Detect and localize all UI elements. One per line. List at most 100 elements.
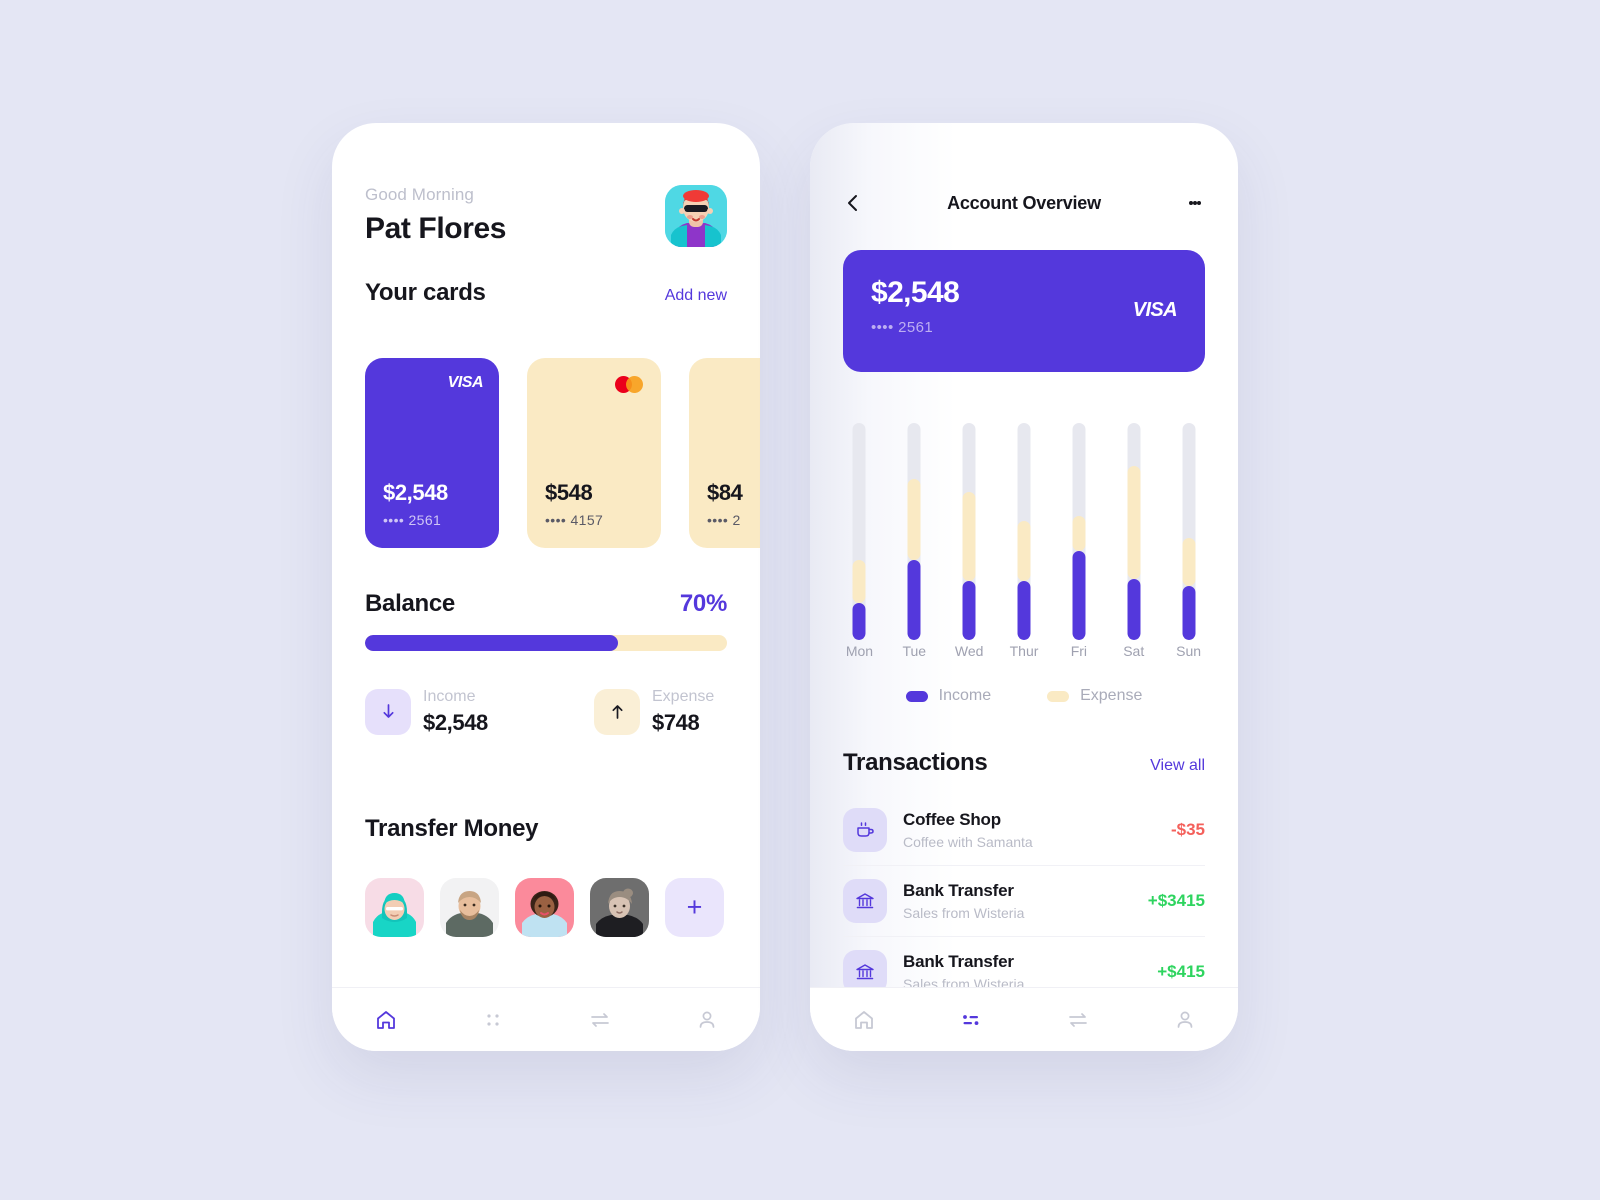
legend-label: Expense (1080, 687, 1143, 704)
bottom-nav-home (332, 987, 760, 1051)
contact-avatar-1[interactable] (365, 878, 424, 937)
legend-swatch (1047, 690, 1070, 702)
list-stats-icon (962, 1014, 978, 1025)
transaction-texts: Bank Transfer Sales from Wisteria (903, 881, 1148, 921)
contacts-row: + (365, 878, 724, 937)
weekly-chart: Mon Tue Wed Thur Fri Sat Sun (832, 415, 1216, 667)
your-cards-header: Your cards Add new (365, 279, 727, 307)
transaction-icon (843, 808, 887, 852)
bar-segment-expense (852, 559, 866, 604)
bar-segment-expense (1127, 466, 1141, 580)
bottom-nav-overview (810, 987, 1238, 1051)
bar-segment-income (962, 581, 976, 640)
nav-transfer[interactable] (1024, 988, 1131, 1051)
bar-track (907, 423, 921, 640)
transactions-list: Coffee Shop Coffee with Samanta -$35 Bank T… (843, 795, 1205, 987)
bank-icon (856, 893, 874, 909)
chart-bar-wed[interactable] (942, 415, 997, 640)
phone-overview-screen: Account Overview $2,548 •••• 2561 VISA M… (810, 123, 1238, 1051)
card-amount: $84 (707, 480, 743, 505)
more-options-button[interactable] (1182, 190, 1208, 216)
chart-day-labels: Mon Tue Wed Thur Fri Sat Sun (832, 643, 1216, 659)
nav-transfer[interactable] (546, 988, 653, 1051)
cards-carousel[interactable]: VISA $2,548 •••• 2561 $548 •••• 4157 $84… (365, 358, 760, 548)
contact-avatar-4[interactable] (590, 878, 649, 937)
card-third-info: $84 •••• 2 (707, 480, 743, 528)
home-icon (376, 1010, 395, 1029)
transaction-row[interactable]: Bank Transfer Sales from Wisteria +$415 (843, 937, 1205, 987)
chart-bar-mon[interactable] (832, 415, 887, 640)
card-amount: $548 (545, 480, 593, 505)
account-card[interactable]: $2,548 •••• 2561 VISA (843, 250, 1205, 372)
bar-track (1017, 423, 1031, 640)
chart-bars (832, 415, 1216, 640)
nav-stats[interactable] (917, 988, 1024, 1051)
chart-bar-tue[interactable] (887, 415, 942, 640)
transaction-texts: Bank Transfer Sales from Wisteria (903, 952, 1157, 987)
coffee-icon (857, 822, 874, 837)
visa-logo: VISA (1132, 299, 1178, 321)
card-third[interactable]: $84 •••• 2 (689, 358, 760, 548)
arrow-down-icon (365, 688, 411, 735)
transactions-header: Transactions View all (843, 749, 1205, 777)
bar-segment-expense (907, 479, 921, 560)
balance-percent: 70% (679, 590, 727, 617)
bar-track (1072, 423, 1086, 640)
expense-stat: Expense $748 (594, 688, 714, 736)
view-all-button[interactable]: View all (1150, 757, 1205, 775)
income-label: Income (423, 688, 476, 705)
card-mastercard[interactable]: $548 •••• 4157 (527, 358, 661, 548)
transaction-title: Bank Transfer (903, 952, 1014, 971)
contact-avatar-3[interactable] (515, 878, 574, 937)
bar-segment-income (852, 603, 866, 640)
bar-segment-income (1017, 581, 1031, 640)
bar-track (1182, 423, 1196, 640)
transaction-row[interactable]: Bank Transfer Sales from Wisteria +$3415 (843, 866, 1205, 937)
add-contact-button[interactable]: + (665, 878, 724, 937)
bar-segment-expense (1182, 538, 1196, 586)
income-stat: Income $2,548 (365, 688, 488, 736)
expense-value: $748 (652, 709, 700, 735)
chart-bar-thur[interactable] (997, 415, 1052, 640)
bar-segment-expense (1072, 516, 1086, 552)
balance-progress-fill (365, 635, 619, 651)
account-amount: $2,548 (871, 276, 960, 309)
nav-profile[interactable] (1131, 988, 1238, 1051)
home-screen-body: Good Morning Pat Flores Your cards Add n… (332, 123, 760, 987)
grid-dots-icon (486, 1013, 499, 1026)
nav-stats[interactable] (439, 988, 546, 1051)
chart-bar-sun[interactable] (1161, 415, 1216, 640)
transfer-icon (590, 1012, 609, 1027)
bar-segment-income (1127, 579, 1141, 640)
day-label-sun: Sun (1176, 643, 1202, 659)
contact-avatar-2[interactable] (440, 878, 499, 937)
chevron-left-icon (848, 195, 857, 211)
transaction-subtitle: Sales from Wisteria (903, 905, 1025, 921)
back-button[interactable] (840, 190, 866, 216)
overview-screen-body: Account Overview $2,548 •••• 2561 VISA M… (810, 123, 1238, 987)
card-visa[interactable]: VISA $2,548 •••• 2561 (365, 358, 499, 548)
day-label-sat: Sat (1123, 643, 1145, 659)
day-label-fri: Fri (1070, 643, 1088, 659)
transaction-subtitle: Coffee with Samanta (903, 834, 1033, 850)
page-title: Account Overview (947, 192, 1101, 213)
nav-home[interactable] (810, 988, 917, 1051)
transaction-row[interactable]: Coffee Shop Coffee with Samanta -$35 (843, 795, 1205, 866)
transaction-amount: +$415 (1157, 962, 1205, 981)
home-icon (854, 1010, 873, 1029)
nav-home[interactable] (332, 988, 439, 1051)
transaction-amount: +$3415 (1147, 891, 1205, 910)
chart-bar-fri[interactable] (1051, 415, 1106, 640)
card-digits: •••• 2561 (383, 512, 442, 528)
arrow-up-icon (594, 688, 640, 735)
day-label-tue: Tue (902, 643, 927, 659)
nav-profile[interactable] (653, 988, 760, 1051)
person-icon (1177, 1011, 1192, 1028)
income-texts: Income $2,548 (423, 688, 488, 736)
add-new-button[interactable]: Add new (665, 287, 727, 305)
chart-bar-sat[interactable] (1106, 415, 1161, 640)
avatar-illustration (665, 185, 727, 247)
avatar[interactable] (665, 185, 727, 247)
expense-label: Expense (652, 688, 715, 705)
transaction-icon (843, 879, 887, 923)
